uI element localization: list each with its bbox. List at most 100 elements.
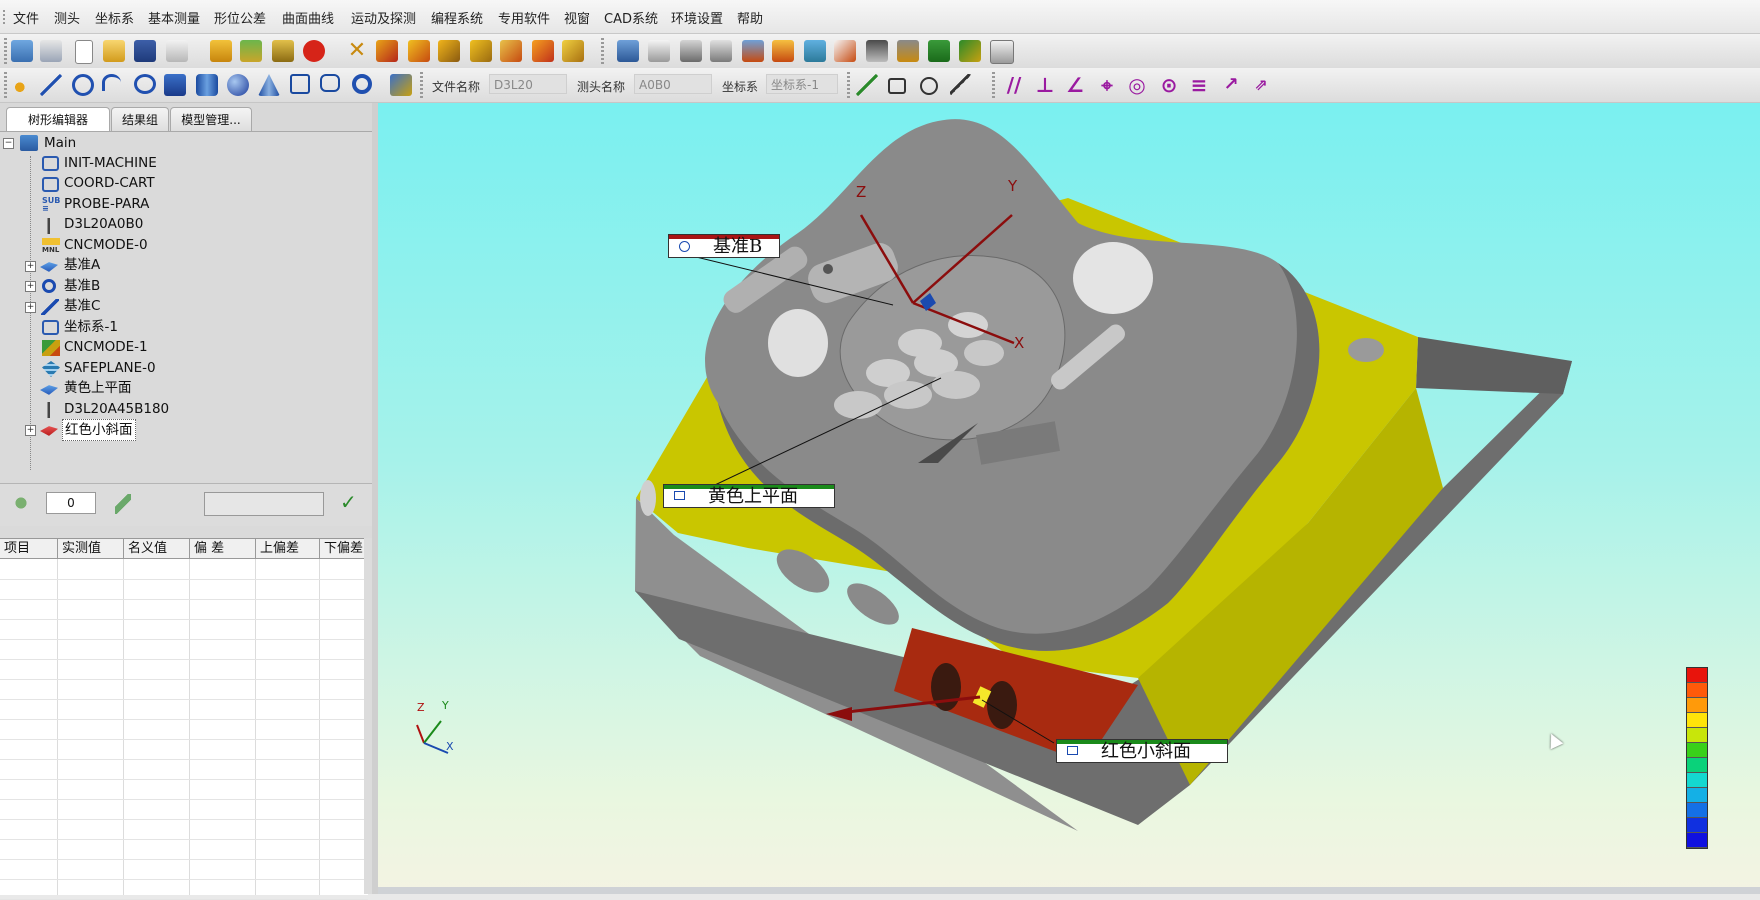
line-feature-icon[interactable] bbox=[40, 74, 62, 96]
tree-item[interactable]: COORD-CART bbox=[64, 173, 155, 193]
expand-icon[interactable]: + bbox=[25, 281, 36, 292]
plane-feature-icon[interactable] bbox=[290, 74, 310, 94]
save-icon[interactable] bbox=[134, 40, 156, 62]
column-header[interactable]: 实测值 bbox=[58, 539, 124, 559]
angularity-icon[interactable]: ∠ bbox=[1064, 74, 1086, 96]
column-header[interactable]: 下偏差 bbox=[320, 539, 368, 559]
rectangle-construct-icon[interactable] bbox=[888, 78, 906, 94]
column-header[interactable]: 偏 差 bbox=[190, 539, 256, 559]
measure-icon-1[interactable] bbox=[376, 40, 398, 62]
perpendicular-icon[interactable]: ⊥ bbox=[1034, 74, 1056, 96]
cone-feature-icon[interactable] bbox=[258, 74, 280, 96]
open-project-icon[interactable] bbox=[11, 40, 33, 62]
total-runout-icon[interactable]: ⇗ bbox=[1250, 74, 1272, 96]
delete-icon[interactable]: ✕ bbox=[346, 40, 368, 62]
construct-icon[interactable] bbox=[390, 74, 412, 96]
tree-item[interactable]: D3L20A45B180 bbox=[64, 399, 169, 419]
line-construct-icon[interactable] bbox=[856, 74, 878, 96]
cylinder-feature-icon[interactable] bbox=[196, 74, 218, 96]
measure-icon-7[interactable] bbox=[562, 40, 584, 62]
tree-root-main[interactable]: Main bbox=[44, 133, 76, 153]
edit-icon[interactable] bbox=[240, 40, 262, 62]
curve-icon[interactable] bbox=[834, 40, 856, 62]
menu-cad-system[interactable]: CAD系统 bbox=[604, 8, 658, 27]
print-preview-icon[interactable] bbox=[680, 40, 702, 62]
runout-icon[interactable]: ↗ bbox=[1220, 74, 1242, 96]
circle-construct-icon[interactable] bbox=[920, 77, 938, 95]
measure-icon-6[interactable] bbox=[532, 40, 554, 62]
save-project-icon[interactable] bbox=[40, 40, 62, 62]
point-count-field[interactable]: 0 bbox=[46, 492, 96, 514]
calculate-icon[interactable] bbox=[272, 40, 294, 62]
lock-icon[interactable] bbox=[210, 40, 232, 62]
report-icon[interactable] bbox=[742, 40, 764, 62]
load-icon[interactable] bbox=[648, 40, 670, 62]
value-input[interactable] bbox=[204, 492, 324, 516]
measure-icon-4[interactable] bbox=[470, 40, 492, 62]
expand-icon[interactable]: + bbox=[25, 261, 36, 272]
column-header[interactable]: 名义值 bbox=[124, 539, 190, 559]
tree-item[interactable]: CNCMODE-0 bbox=[64, 235, 148, 255]
keyway-feature-icon[interactable] bbox=[320, 74, 340, 92]
circle-feature-icon[interactable] bbox=[72, 74, 94, 96]
menu-coordinate[interactable]: 坐标系 bbox=[95, 8, 134, 27]
tree-item[interactable]: D3L20A0B0 bbox=[64, 214, 143, 234]
file-name-field[interactable]: D3L20 bbox=[489, 74, 567, 94]
callout-red-slanted-plane[interactable]: 红色小斜面 bbox=[1056, 739, 1228, 763]
tree-item-selected[interactable]: 红色小斜面 bbox=[62, 419, 136, 441]
new-file-icon[interactable] bbox=[75, 40, 93, 64]
settings-panel-icon[interactable] bbox=[990, 40, 1014, 64]
copy-icon[interactable] bbox=[166, 40, 188, 62]
tab-result-group[interactable]: 结果组 bbox=[111, 107, 169, 131]
align-icon[interactable] bbox=[928, 40, 950, 62]
expand-icon[interactable]: + bbox=[25, 425, 36, 436]
tree-item[interactable]: 基准B bbox=[64, 276, 100, 296]
eraser-icon[interactable] bbox=[115, 494, 131, 514]
menu-gdt[interactable]: 形位公差 bbox=[214, 8, 266, 27]
symmetry-icon[interactable]: ≡ bbox=[1188, 74, 1210, 96]
measure-icon-2[interactable] bbox=[408, 40, 430, 62]
print-icon[interactable] bbox=[710, 40, 732, 62]
collapse-icon[interactable]: − bbox=[3, 138, 14, 149]
open-folder-icon[interactable] bbox=[103, 40, 125, 62]
coordinate-system-field[interactable]: 坐标系-1 bbox=[766, 74, 838, 94]
tree-item[interactable]: 坐标系-1 bbox=[64, 317, 118, 337]
confirm-check-icon[interactable]: ✓ bbox=[340, 490, 357, 514]
zoom-tool-icon[interactable] bbox=[959, 40, 981, 62]
export-icon[interactable] bbox=[617, 40, 639, 62]
menu-help[interactable]: 帮助 bbox=[737, 8, 763, 27]
menu-window[interactable]: 视窗 bbox=[564, 8, 590, 27]
menu-motion-probing[interactable]: 运动及探测 bbox=[351, 8, 416, 27]
column-header[interactable]: 项目 bbox=[0, 539, 58, 559]
menu-surface-curve[interactable]: 曲面曲线 bbox=[282, 8, 334, 27]
grid-scrollbar[interactable] bbox=[364, 538, 372, 894]
probe-name-field[interactable]: A0B0 bbox=[634, 74, 712, 94]
measure-icon-3[interactable] bbox=[438, 40, 460, 62]
part-model[interactable] bbox=[378, 103, 1760, 894]
point-icon[interactable] bbox=[11, 74, 33, 96]
menu-special-software[interactable]: 专用软件 bbox=[498, 8, 550, 27]
tree-item[interactable]: CNCMODE-1 bbox=[64, 337, 148, 357]
callout-datum-b[interactable]: 基准B bbox=[668, 234, 780, 258]
cad-viewport[interactable]: Z Y X Z Y X 基准B 黄色上平面 红色小斜面 bbox=[378, 103, 1760, 894]
tree-item[interactable]: 黄色上平面 bbox=[64, 378, 132, 398]
tree-item[interactable]: 基准A bbox=[64, 255, 100, 275]
probe-points-icon[interactable] bbox=[10, 494, 30, 514]
layers-icon[interactable] bbox=[804, 40, 826, 62]
sphere-feature-icon[interactable] bbox=[227, 74, 249, 96]
menu-environment[interactable]: 环境设置 bbox=[671, 8, 723, 27]
tree-item[interactable]: 基准C bbox=[64, 296, 100, 316]
tree-item[interactable]: PROBE-PARA bbox=[64, 194, 149, 214]
column-header[interactable]: 上偏差 bbox=[256, 539, 320, 559]
menu-basic-measure[interactable]: 基本测量 bbox=[148, 8, 200, 27]
joystick-icon[interactable] bbox=[897, 40, 919, 62]
callout-yellow-top-plane[interactable]: 黄色上平面 bbox=[663, 484, 835, 508]
coaxiality-icon[interactable]: ⊙ bbox=[1158, 74, 1180, 96]
menu-file[interactable]: 文件 bbox=[13, 8, 39, 27]
tree-item[interactable]: INIT-MACHINE bbox=[64, 153, 157, 173]
menu-probe[interactable]: 测头 bbox=[54, 8, 80, 27]
ellipse-feature-icon[interactable] bbox=[134, 74, 156, 94]
slot-feature-icon[interactable] bbox=[164, 74, 186, 96]
expand-icon[interactable]: + bbox=[25, 302, 36, 313]
tab-tree-editor[interactable]: 树形编辑器 bbox=[6, 107, 110, 131]
